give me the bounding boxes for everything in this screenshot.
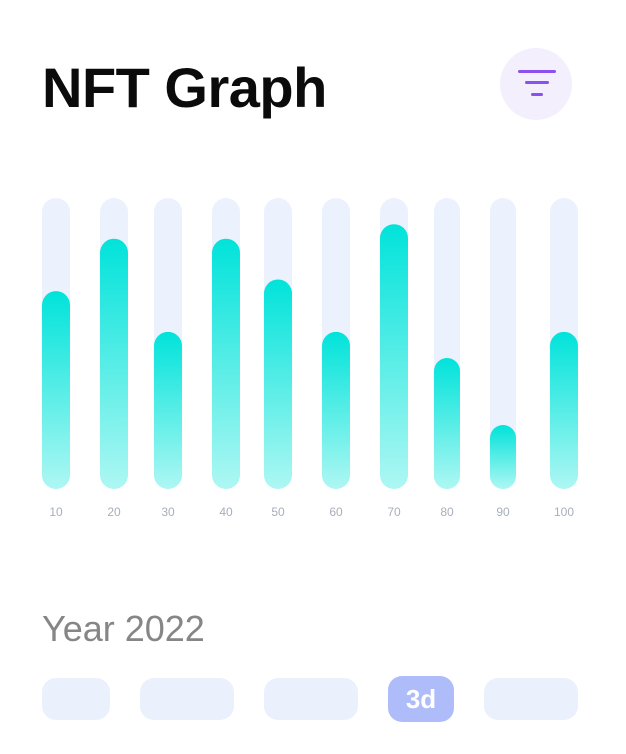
x-tick-label: 70	[387, 505, 401, 519]
x-tick-label: 100	[554, 505, 574, 519]
bar-100[interactable]	[550, 331, 578, 489]
x-tick-label: 60	[329, 505, 343, 519]
x-tick-label: 50	[271, 505, 285, 519]
x-tick-label: 20	[107, 505, 121, 519]
bar-70[interactable]	[380, 224, 408, 489]
x-tick-label: 40	[219, 505, 233, 519]
x-tick-label: 10	[49, 505, 63, 519]
nft-bar-chart: 10 20 30 40 50 60 70 80 90 100	[42, 198, 578, 519]
range-option-5[interactable]	[484, 678, 578, 720]
bar-50[interactable]	[264, 279, 292, 489]
bar-30[interactable]	[154, 331, 182, 489]
bar-60[interactable]	[322, 331, 350, 489]
range-option-2[interactable]	[140, 678, 234, 720]
range-option-3d[interactable]: 3d	[388, 676, 454, 722]
x-tick-label: 80	[440, 505, 454, 519]
year-label: Year 2022	[42, 608, 205, 649]
range-selector: 3d	[0, 676, 626, 722]
bar-10[interactable]	[42, 291, 70, 489]
bar-40[interactable]	[212, 238, 240, 489]
range-option-3[interactable]	[264, 678, 358, 720]
bar-90[interactable]	[490, 424, 516, 489]
range-option-1[interactable]	[42, 678, 110, 720]
x-tick-label: 90	[496, 505, 510, 519]
x-tick-label: 30	[161, 505, 175, 519]
bar-80[interactable]	[434, 358, 460, 489]
bar-20[interactable]	[100, 238, 128, 489]
